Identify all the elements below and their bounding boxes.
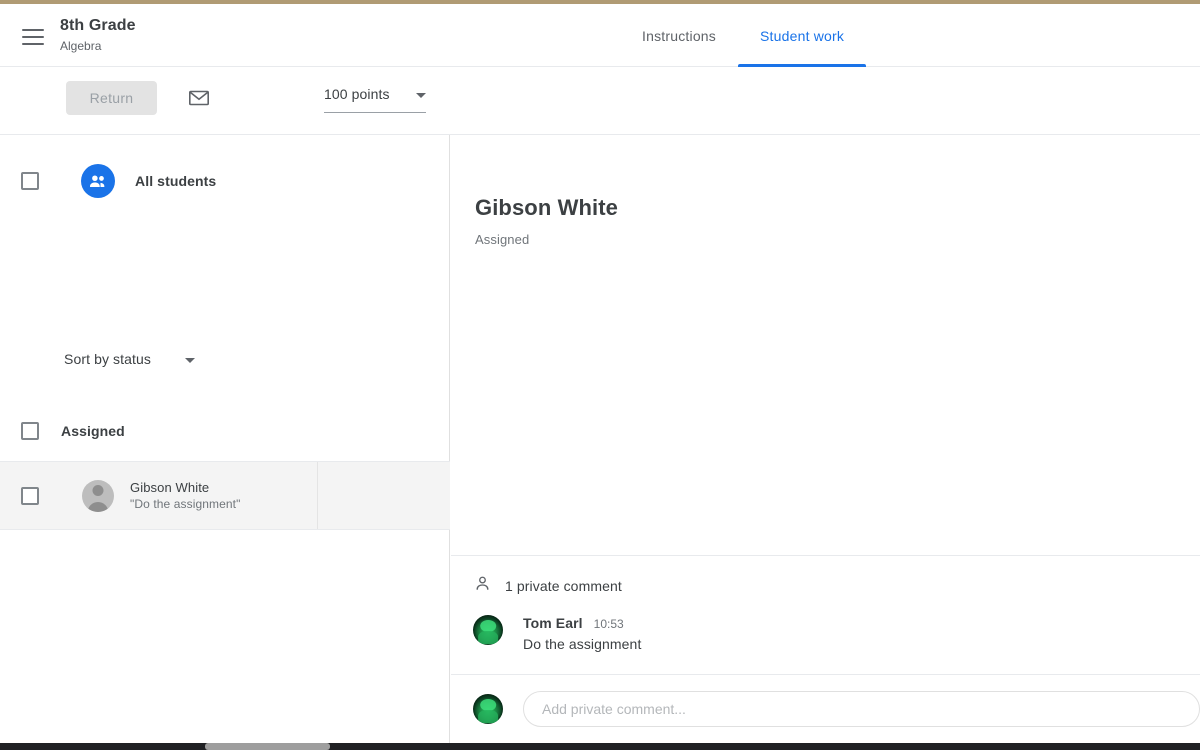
chevron-down-icon: [185, 358, 195, 363]
chevron-down-icon: [416, 93, 426, 98]
tab-instructions[interactable]: Instructions: [620, 4, 738, 67]
user-photo-avatar: [473, 615, 503, 645]
email-icon[interactable]: [184, 84, 214, 112]
student-comment-snippet: "Do the assignment": [130, 497, 240, 511]
hamburger-bar: [22, 36, 44, 38]
user-photo-avatar: [473, 694, 503, 724]
person-outline-icon: [473, 574, 492, 598]
classroom-student-work-page: 8th Grade Algebra Instructions Student w…: [0, 0, 1200, 750]
comment-author: Tom Earl: [523, 615, 583, 631]
hamburger-bar: [22, 43, 44, 45]
course-info: 8th Grade Algebra: [60, 16, 136, 54]
page-title: Gibson White: [475, 195, 618, 221]
points-value: 100 points: [324, 86, 390, 102]
private-comments-header: 1 private comment: [451, 556, 1200, 598]
avatar-head: [93, 485, 104, 496]
row-column-divider: [317, 462, 318, 529]
course-section: Algebra: [60, 38, 136, 54]
app-header: 8th Grade Algebra Instructions Student w…: [0, 4, 1200, 67]
private-comments-count: 1 private comment: [505, 578, 622, 594]
hamburger-menu-icon[interactable]: [20, 24, 46, 50]
student-name: Gibson White: [130, 480, 240, 495]
sort-by-status-dropdown[interactable]: Sort by status: [64, 351, 195, 367]
private-comments-section: 1 private comment Tom Earl 10:53 Do the …: [451, 555, 1200, 743]
comment-timestamp: 10:53: [594, 617, 624, 631]
return-button[interactable]: Return: [66, 81, 157, 115]
status-group-assigned[interactable]: Assigned: [0, 415, 450, 447]
list-item[interactable]: Gibson White "Do the assignment": [0, 461, 450, 530]
status-badge: Assigned: [475, 232, 618, 247]
student-detail-pane: Gibson White Assigned 1 private comment …: [451, 135, 1200, 750]
tab-bar: Instructions Student work: [620, 4, 866, 67]
person-avatar-icon: [82, 480, 114, 512]
group-people-icon: [81, 164, 115, 198]
detail-header: Gibson White Assigned: [475, 195, 618, 247]
student-list-pane: All students Sort by status Assigned Gib…: [0, 135, 450, 750]
all-students-label: All students: [135, 173, 216, 189]
sort-label: Sort by status: [64, 351, 151, 367]
horizontal-scrollbar[interactable]: [0, 743, 1200, 750]
all-students-checkbox[interactable]: [21, 172, 39, 190]
assigned-group-label: Assigned: [61, 423, 125, 439]
comment-text: Do the assignment: [523, 636, 641, 652]
student-text-block: Gibson White "Do the assignment": [130, 480, 240, 511]
course-title: 8th Grade: [60, 16, 136, 36]
add-private-comment-input[interactable]: [523, 691, 1200, 727]
hamburger-bar: [22, 29, 44, 31]
comment-body: Tom Earl 10:53 Do the assignment: [523, 615, 641, 652]
comment-item: Tom Earl 10:53 Do the assignment: [451, 598, 1200, 674]
tab-student-work[interactable]: Student work: [738, 4, 866, 67]
scrollbar-thumb[interactable]: [205, 743, 330, 750]
action-toolbar: Return 100 points: [0, 68, 1200, 135]
all-students-row[interactable]: All students: [0, 157, 450, 205]
comment-meta: Tom Earl 10:53: [523, 615, 641, 631]
comment-compose-row: [451, 674, 1200, 743]
assigned-group-checkbox[interactable]: [21, 422, 39, 440]
avatar-body: [88, 502, 109, 512]
points-dropdown[interactable]: 100 points: [324, 86, 426, 113]
student-checkbox[interactable]: [21, 487, 39, 505]
